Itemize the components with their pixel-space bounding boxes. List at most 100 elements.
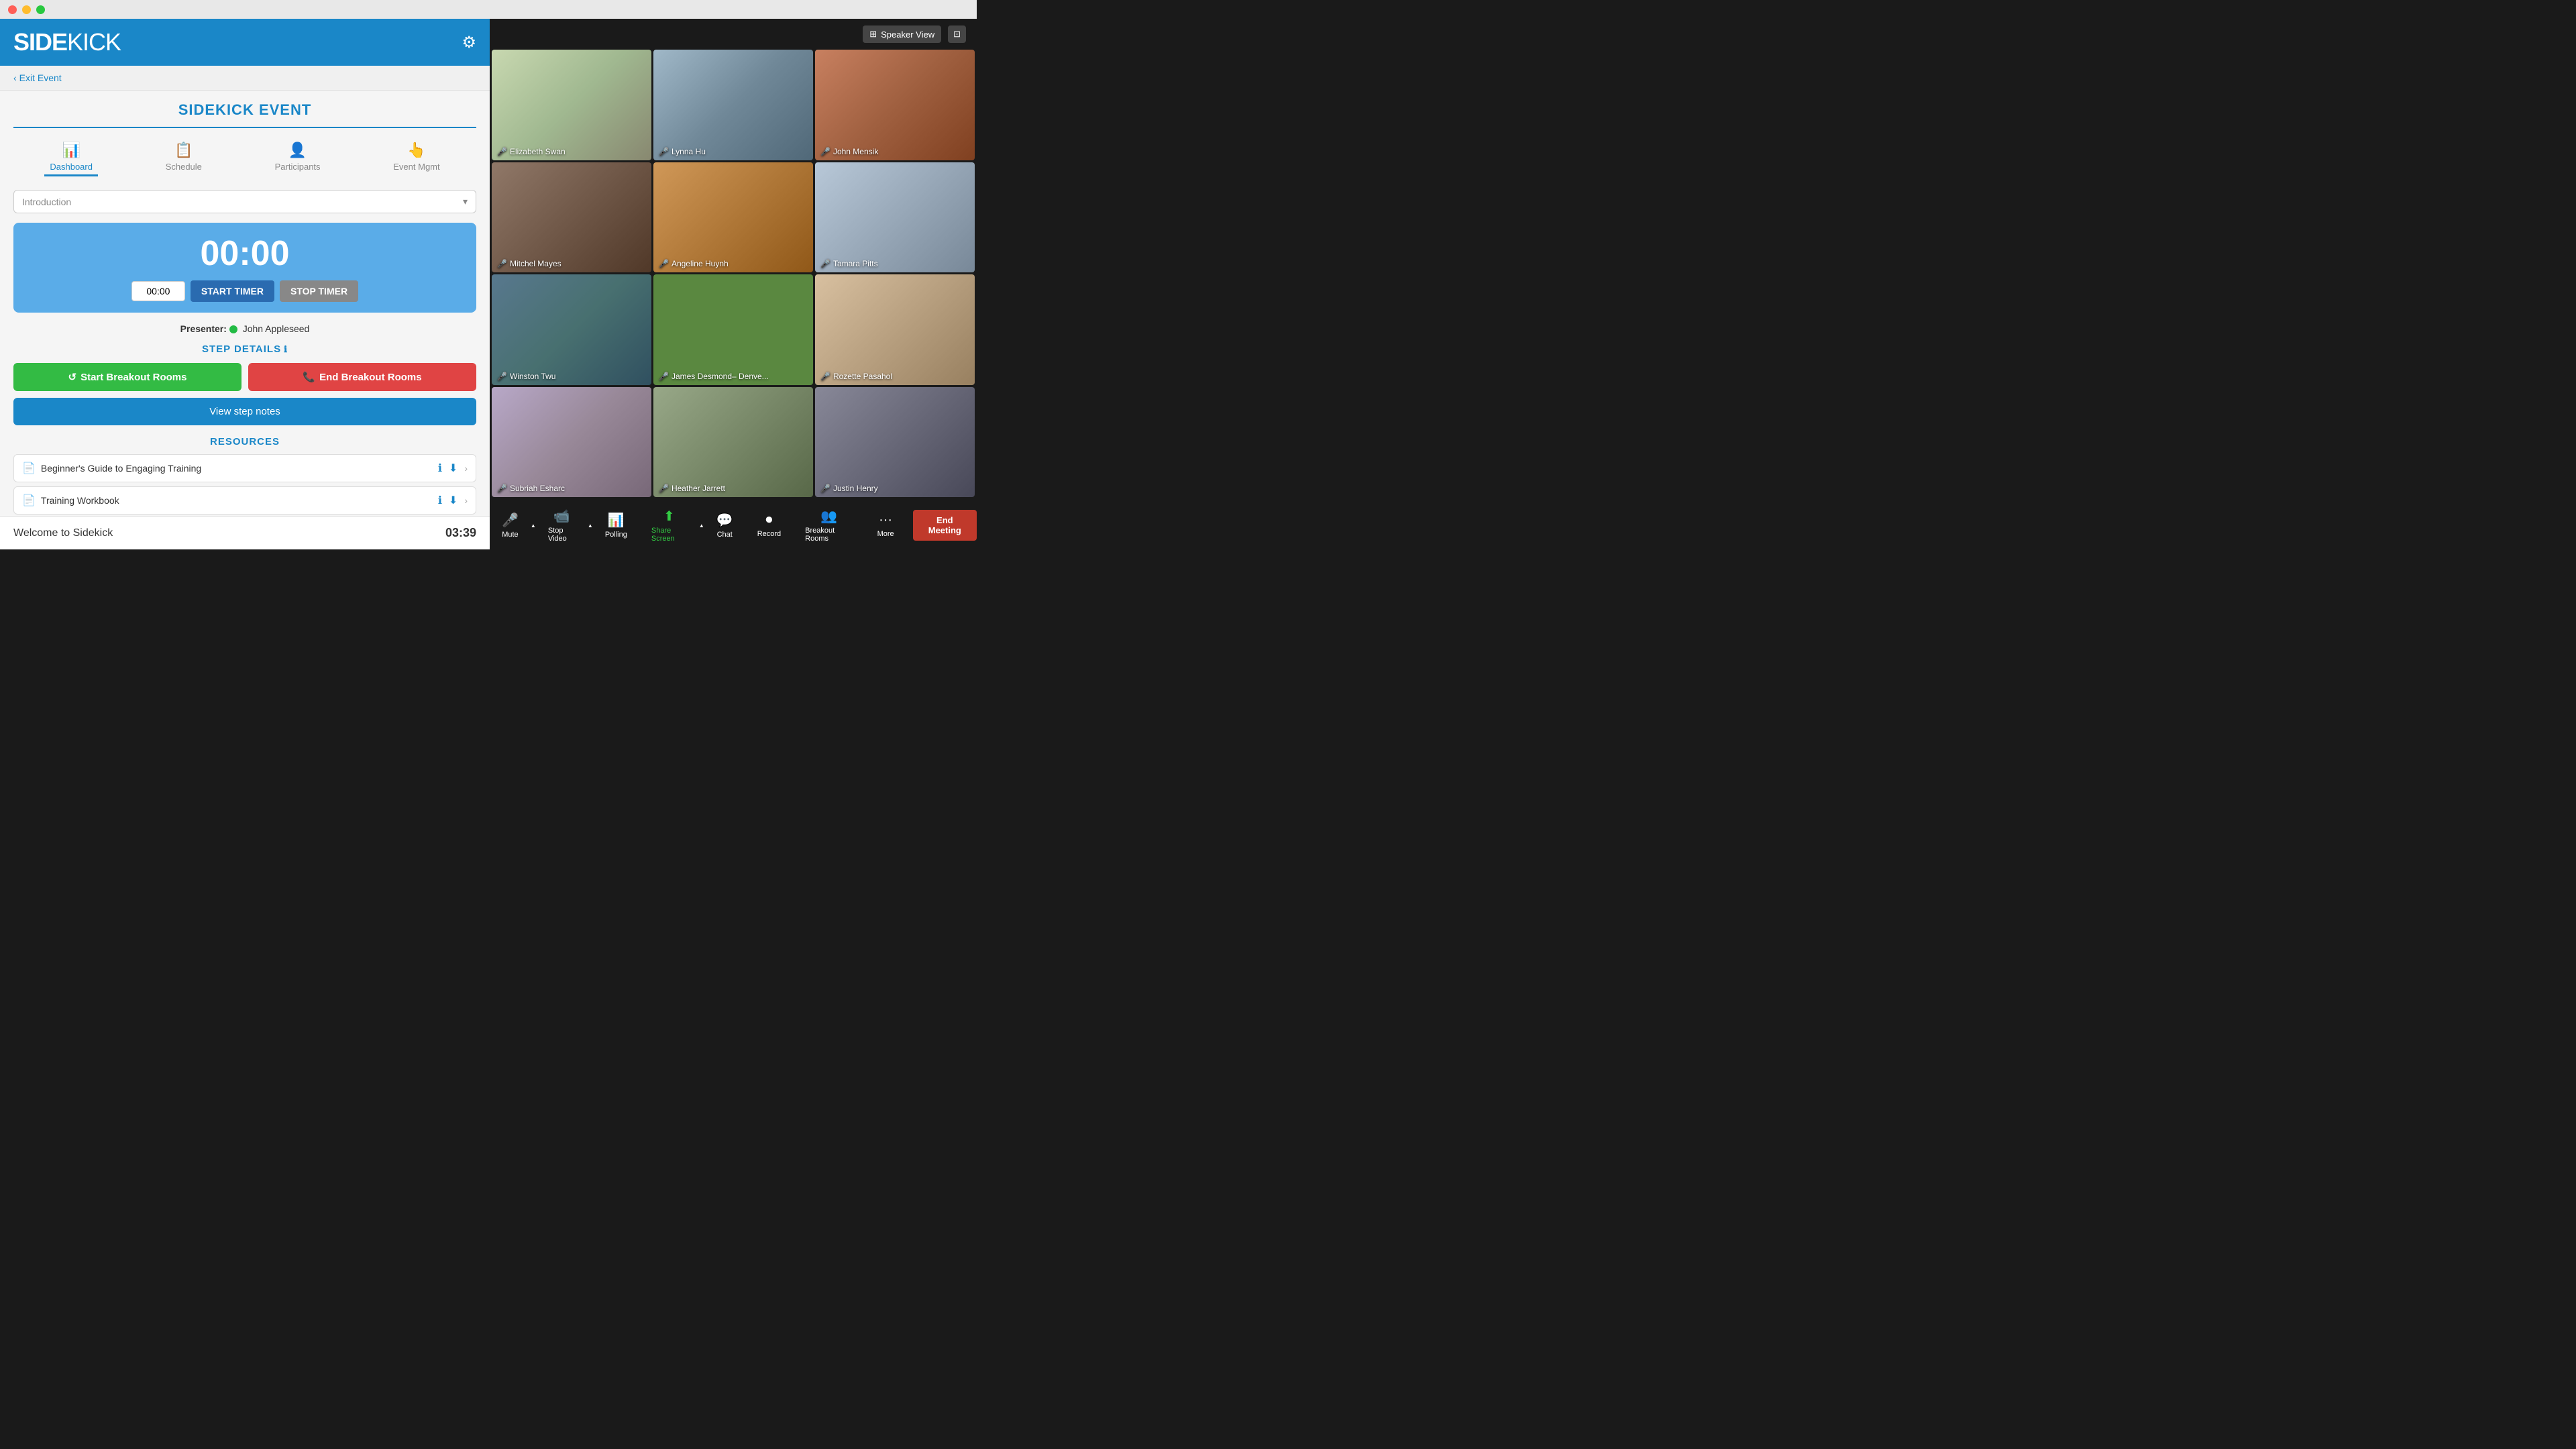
participant-name-5: 🎤 Angeline Huynh [659, 259, 729, 268]
participant-label-1: Elizabeth Swan [510, 147, 566, 156]
maximize-button[interactable] [36, 5, 45, 14]
mic-icon-7: 🎤 [497, 372, 507, 381]
speaker-view-button[interactable]: ⊞ Speaker View [863, 25, 941, 43]
video-cell-6: 🎤 Tamara Pitts [815, 162, 975, 273]
breakout-rooms-label: Breakout Rooms [805, 527, 853, 543]
chevron-down-icon: ▾ [463, 196, 468, 207]
download-icon-2[interactable]: ⬇ [449, 494, 458, 507]
start-timer-button[interactable]: START TIMER [191, 280, 274, 302]
tab-schedule[interactable]: 📋 Schedule [160, 139, 207, 176]
polling-icon: 📊 [608, 512, 625, 529]
info-circle-icon[interactable]: ℹ [438, 462, 442, 475]
video-cell-7: 🎤 Winston Twu [492, 274, 651, 385]
breakout-buttons-row: ↺ Start Breakout Rooms 📞 End Breakout Ro… [13, 363, 476, 391]
mic-icon-1: 🎤 [497, 147, 507, 156]
logo-bold: SIDE [13, 28, 67, 56]
share-screen-icon: ⬆ [663, 508, 675, 525]
logo-light: KICK [67, 28, 121, 56]
mute-icon: 🎤 [502, 512, 519, 529]
presenter-status-dot [229, 325, 237, 333]
video-cell-10: 🎤 Subriah Esharc [492, 387, 651, 498]
bottom-bar-time: 03:39 [445, 526, 476, 540]
settings-button[interactable]: ⚙ [462, 33, 476, 52]
share-screen-group: ⬆ Share Screen ▲ [639, 505, 704, 545]
step-dropdown-value: Introduction [22, 197, 71, 207]
start-breakout-icon: ↺ [68, 371, 77, 383]
participant-label-5: Angeline Huynh [672, 259, 729, 268]
chevron-right-icon-2: › [464, 495, 468, 506]
timer-controls: START TIMER STOP TIMER [24, 280, 466, 302]
tab-dashboard[interactable]: 📊 Dashboard [44, 139, 98, 176]
presenter-label: Presenter: [180, 323, 227, 334]
start-breakout-label: Start Breakout Rooms [80, 372, 186, 383]
info-circle-icon-2[interactable]: ℹ [438, 494, 442, 507]
video-cell-3: 🎤 John Mensik [815, 50, 975, 160]
timer-section: 00:00 START TIMER STOP TIMER [13, 223, 476, 313]
resource-item-1[interactable]: 📄 Beginner's Guide to Engaging Training … [13, 454, 476, 482]
participant-label-2: Lynna Hu [672, 147, 706, 156]
event-title: SIDEKICK EVENT [13, 101, 476, 119]
event-mgmt-icon: 👆 [407, 142, 425, 159]
participant-label-8: James Desmond– Denve... [672, 372, 769, 381]
step-details-label: STEP DETAILS [202, 343, 281, 355]
mute-button[interactable]: 🎤 Mute [490, 509, 531, 541]
resource-actions-2: ℹ ⬇ › [438, 494, 468, 507]
end-breakout-button[interactable]: 📞 End Breakout Rooms [248, 363, 476, 391]
mic-icon-9: 🎤 [820, 372, 830, 381]
presenter-name: John Appleseed [243, 323, 310, 334]
share-screen-button[interactable]: ⬆ Share Screen [639, 505, 699, 545]
breakout-rooms-icon: 👥 [820, 508, 837, 525]
resource-item-2[interactable]: 📄 Training Workbook ℹ ⬇ › [13, 486, 476, 515]
chat-button[interactable]: 💬 Chat [704, 509, 745, 541]
step-dropdown[interactable]: Introduction ▾ [13, 190, 476, 213]
record-label: Record [757, 530, 781, 538]
zoom-top-bar: ⊞ Speaker View ⊡ [490, 19, 977, 50]
presenter-row: Presenter: John Appleseed [13, 323, 476, 334]
stop-video-label: Stop Video [548, 527, 576, 543]
tab-event-mgmt[interactable]: 👆 Event Mgmt [388, 139, 445, 176]
expand-button[interactable]: ⊡ [948, 25, 966, 43]
exit-event-label: Exit Event [19, 72, 62, 83]
resource-name-2: Training Workbook [41, 495, 438, 506]
start-breakout-button[interactable]: ↺ Start Breakout Rooms [13, 363, 241, 391]
back-icon: ‹ [13, 72, 17, 83]
stop-timer-button[interactable]: STOP TIMER [280, 280, 358, 302]
end-breakout-icon: 📞 [303, 371, 315, 383]
tab-participants-label: Participants [275, 162, 321, 172]
stop-video-group: 📹 Stop Video ▲ [536, 505, 593, 545]
video-cell-8: 🎤 James Desmond– Denve... [653, 274, 813, 385]
close-button[interactable] [8, 5, 17, 14]
video-icon: 📹 [553, 508, 570, 525]
mic-icon-2: 🎤 [659, 147, 669, 156]
mic-icon-5: 🎤 [659, 259, 669, 268]
stop-video-button[interactable]: 📹 Stop Video [536, 505, 588, 545]
exit-event-link[interactable]: ‹ Exit Event [13, 72, 62, 83]
video-cell-4: 🎤 Mitchel Mayes [492, 162, 651, 273]
title-bar [0, 0, 977, 19]
end-meeting-button[interactable]: End Meeting [913, 510, 977, 541]
minimize-button[interactable] [22, 5, 31, 14]
mute-chevron[interactable]: ▲ [531, 523, 536, 529]
timer-input[interactable] [131, 281, 185, 301]
document-icon: 📄 [22, 462, 36, 475]
more-button[interactable]: ··· More [865, 510, 906, 541]
polling-label: Polling [605, 531, 627, 539]
polling-button[interactable]: 📊 Polling [593, 509, 639, 541]
participant-name-10: 🎤 Subriah Esharc [497, 484, 565, 493]
breakout-rooms-button[interactable]: 👥 Breakout Rooms [793, 505, 865, 545]
step-details-header: STEP DETAILS ℹ [13, 343, 476, 355]
video-chevron[interactable]: ▲ [588, 523, 593, 529]
record-button[interactable]: ⏺ Record [745, 510, 793, 541]
participant-name-11: 🎤 Heather Jarrett [659, 484, 725, 493]
sidekick-logo: SIDEKICK [13, 28, 121, 56]
participant-name-7: 🎤 Winston Twu [497, 372, 555, 381]
tab-event-mgmt-label: Event Mgmt [393, 162, 439, 172]
download-icon-1[interactable]: ⬇ [449, 462, 458, 475]
share-chevron[interactable]: ▲ [699, 523, 704, 529]
record-icon: ⏺ [765, 513, 772, 528]
mute-label: Mute [502, 531, 518, 539]
tab-participants[interactable]: 👤 Participants [270, 139, 326, 176]
schedule-icon: 📋 [174, 142, 193, 159]
view-step-notes-button[interactable]: View step notes [13, 398, 476, 425]
exit-event-bar: ‹ Exit Event [0, 66, 490, 91]
